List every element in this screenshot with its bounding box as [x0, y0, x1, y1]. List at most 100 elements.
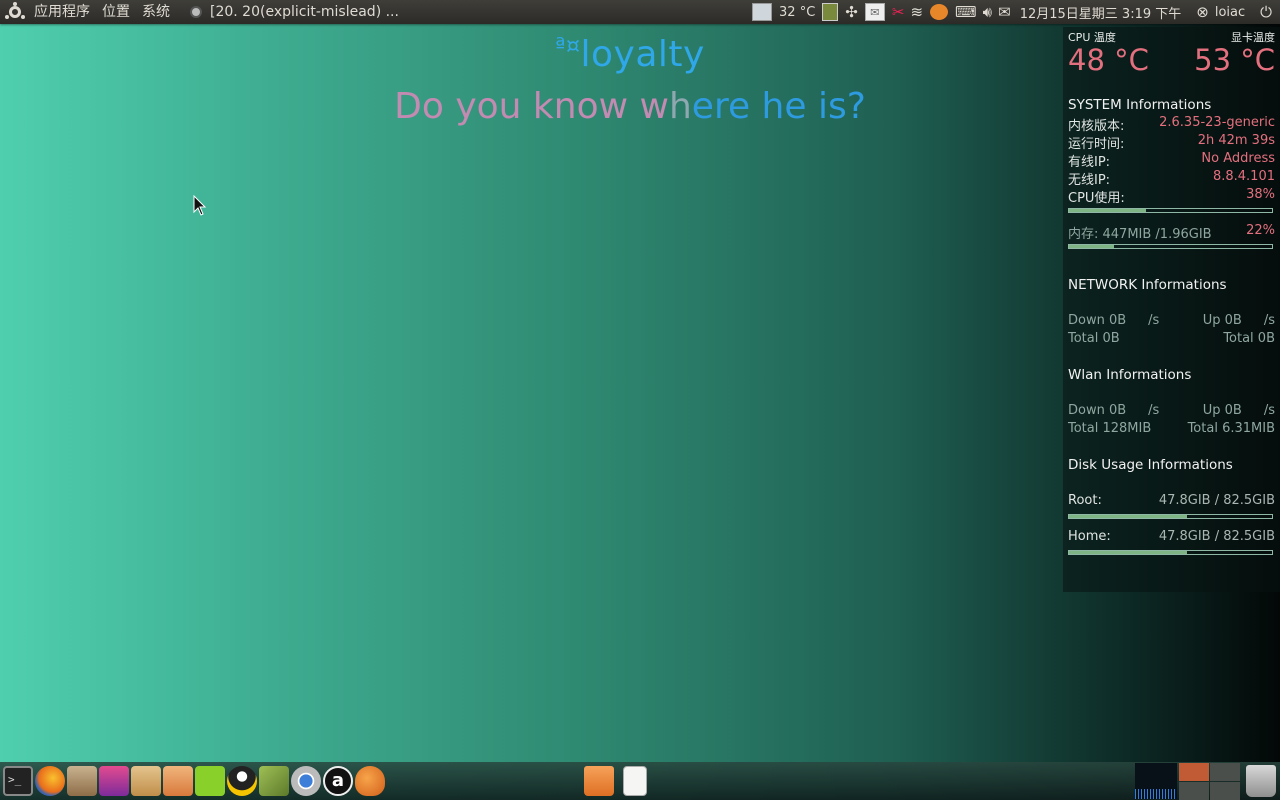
root-disk-value: 47.8GIB / 82.5GIB: [1158, 493, 1275, 508]
clock[interactable]: 12月15日星期三 3:19 下午: [1020, 0, 1182, 24]
system-tray: 32 °C ✣ ✉ ✂ ≋ ⌨ 🔊︎ ✉ 12月15日星期三 3:19 下午 ⊗…: [748, 0, 1280, 24]
memory-bar: [1068, 244, 1273, 249]
net-total-down: Total 0B: [1068, 331, 1120, 346]
wireless-ip-value: 8.8.4.101: [1212, 169, 1275, 184]
home-disk-value: 47.8GIB / 82.5GIB: [1158, 529, 1275, 544]
keyboard-icon[interactable]: ⌨: [955, 0, 977, 24]
uptime-label: 运行时间:: [1068, 137, 1125, 152]
main-menu: 应用程序 位置 系统 [20. 20(explicit-mislead) ...: [0, 0, 399, 24]
cpu-usage-bar-fill: [1069, 209, 1147, 212]
chromium-launcher-icon[interactable]: [291, 766, 321, 796]
net-up: Up 0B/s: [1203, 313, 1275, 328]
brand-text: loyalty: [580, 34, 705, 75]
message-icon[interactable]: ✉: [998, 0, 1011, 24]
workspace-1[interactable]: [1179, 762, 1209, 781]
recycle-launcher-icon[interactable]: [195, 766, 225, 796]
memory-bar-fill: [1069, 245, 1114, 248]
root-disk-bar: [1068, 514, 1273, 519]
wlan-down: Down 0B/s: [1068, 403, 1159, 418]
temp-values-row: 48 °C 53 °C: [1068, 43, 1275, 77]
menu-places[interactable]: 位置: [96, 0, 136, 24]
shutdown-icon[interactable]: ⏻: [1260, 0, 1272, 24]
cpu-usage-bar: [1068, 208, 1273, 213]
menu-system[interactable]: 系统: [136, 0, 176, 24]
qq-launcher-icon[interactable]: [227, 766, 257, 796]
uploads-launcher-icon[interactable]: [163, 766, 193, 796]
workspace-2[interactable]: [1210, 762, 1240, 781]
battery-icon[interactable]: [822, 3, 839, 21]
running-apps: [583, 766, 648, 796]
disk-section-title: Disk Usage Informations: [1068, 457, 1233, 473]
system-section-title: SYSTEM Informations: [1068, 97, 1212, 113]
window-app-icon: [190, 6, 202, 18]
network-section-title: NETWORK Informations: [1068, 277, 1227, 293]
workspace-4[interactable]: [1210, 781, 1240, 800]
dock-applets: [1135, 762, 1280, 800]
display-temp-icon[interactable]: [752, 3, 773, 21]
wifi-icon[interactable]: ≋: [910, 0, 923, 24]
wlan-total-up: Total 6.31MIB: [1187, 421, 1275, 436]
workspace-3[interactable]: [1179, 781, 1209, 800]
wlan-down-unit: /s: [1148, 403, 1160, 418]
net-up-unit: /s: [1263, 313, 1275, 328]
weather-icon[interactable]: [930, 4, 949, 20]
system-monitor-graph[interactable]: [1135, 763, 1177, 799]
taskbar-window-button[interactable]: [20. 20(explicit-mislead) ...: [190, 4, 399, 20]
cpu-usage-value: 38%: [1246, 187, 1275, 202]
home-disk-bar: [1068, 550, 1273, 555]
temperature-reading[interactable]: 32 °C: [779, 0, 815, 24]
tagline-part3: ere he is?: [691, 86, 866, 127]
amazon-launcher-icon[interactable]: a: [323, 766, 353, 796]
menu-applications[interactable]: 应用程序: [28, 0, 96, 24]
memory-label: 内存: 447MIB /1.96GIB: [1068, 227, 1212, 242]
power-manager-icon[interactable]: ✣: [845, 0, 858, 24]
home-disk-bar-fill: [1069, 551, 1187, 554]
tagline-part2: h: [668, 86, 692, 127]
tagline-part1: Do you know w: [394, 86, 669, 127]
uptime-row: 运行时间: 2h 42m 39s: [1068, 133, 1275, 152]
wired-ip-value: No Address: [1201, 151, 1275, 166]
wlan-speed-row: Down 0B/s Up 0B/s: [1068, 403, 1275, 418]
wireless-ip-label: 无线IP:: [1068, 173, 1111, 188]
memory-row: 内存: 447MIB /1.96GIB 22%: [1068, 223, 1275, 242]
cpu-temp-value: 48 °C: [1068, 43, 1149, 77]
wlan-section-title: Wlan Informations: [1068, 367, 1192, 383]
paint-launcher-icon[interactable]: [355, 766, 385, 796]
ebook-launcher-icon[interactable]: [259, 766, 289, 796]
net-up-value: Up 0B: [1202, 313, 1242, 328]
net-down: Down 0B/s: [1068, 313, 1159, 328]
mail-icon[interactable]: ✉: [864, 3, 885, 21]
window-title: [20. 20(explicit-mislead) ...: [210, 4, 399, 20]
root-disk-row: Root: 47.8GIB / 82.5GIB: [1068, 493, 1275, 508]
network-speed-row: Down 0B/s Up 0B/s: [1068, 313, 1275, 328]
memory-percent: 22%: [1246, 223, 1275, 238]
downloads-launcher-icon[interactable]: [131, 766, 161, 796]
bluetooth-icon[interactable]: ✂: [892, 0, 905, 24]
firefox-launcher-icon[interactable]: [35, 766, 65, 796]
brand-prefix: ª¤: [555, 34, 581, 59]
uptime-value: 2h 42m 39s: [1197, 133, 1275, 148]
wired-ip-label: 有线IP:: [1068, 155, 1111, 170]
kernel-label: 内核版本:: [1068, 119, 1125, 134]
trash-icon[interactable]: [1246, 765, 1276, 797]
wlan-total-row: Total 128MIB Total 6.31MIB: [1068, 421, 1275, 436]
kernel-value: 2.6.35-23-generic: [1159, 115, 1275, 130]
wlan-up-value: Up 0B: [1202, 403, 1242, 418]
volume-icon[interactable]: 🔊︎: [983, 0, 992, 24]
text-editor-icon[interactable]: [623, 766, 647, 796]
ubuntu-logo-icon[interactable]: [6, 2, 24, 21]
media-editor-launcher-icon[interactable]: [99, 766, 129, 796]
home-disk-label: Home:: [1068, 529, 1111, 544]
user-name[interactable]: loiac: [1215, 0, 1245, 24]
file-manager-icon[interactable]: [584, 766, 614, 796]
kernel-row: 内核版本: 2.6.35-23-generic: [1068, 115, 1275, 134]
user-status-icon[interactable]: ⊗: [1196, 0, 1209, 24]
system-tools-launcher-icon[interactable]: [67, 766, 97, 796]
net-total-up: Total 0B: [1223, 331, 1275, 346]
cpu-usage-label: CPU使用:: [1068, 191, 1125, 206]
cpu-usage-row: CPU使用: 38%: [1068, 187, 1275, 206]
root-disk-bar-fill: [1069, 515, 1187, 518]
bottom-dock: a: [0, 762, 1280, 800]
terminal-launcher-icon[interactable]: [3, 766, 33, 796]
wired-ip-row: 有线IP: No Address: [1068, 151, 1275, 170]
